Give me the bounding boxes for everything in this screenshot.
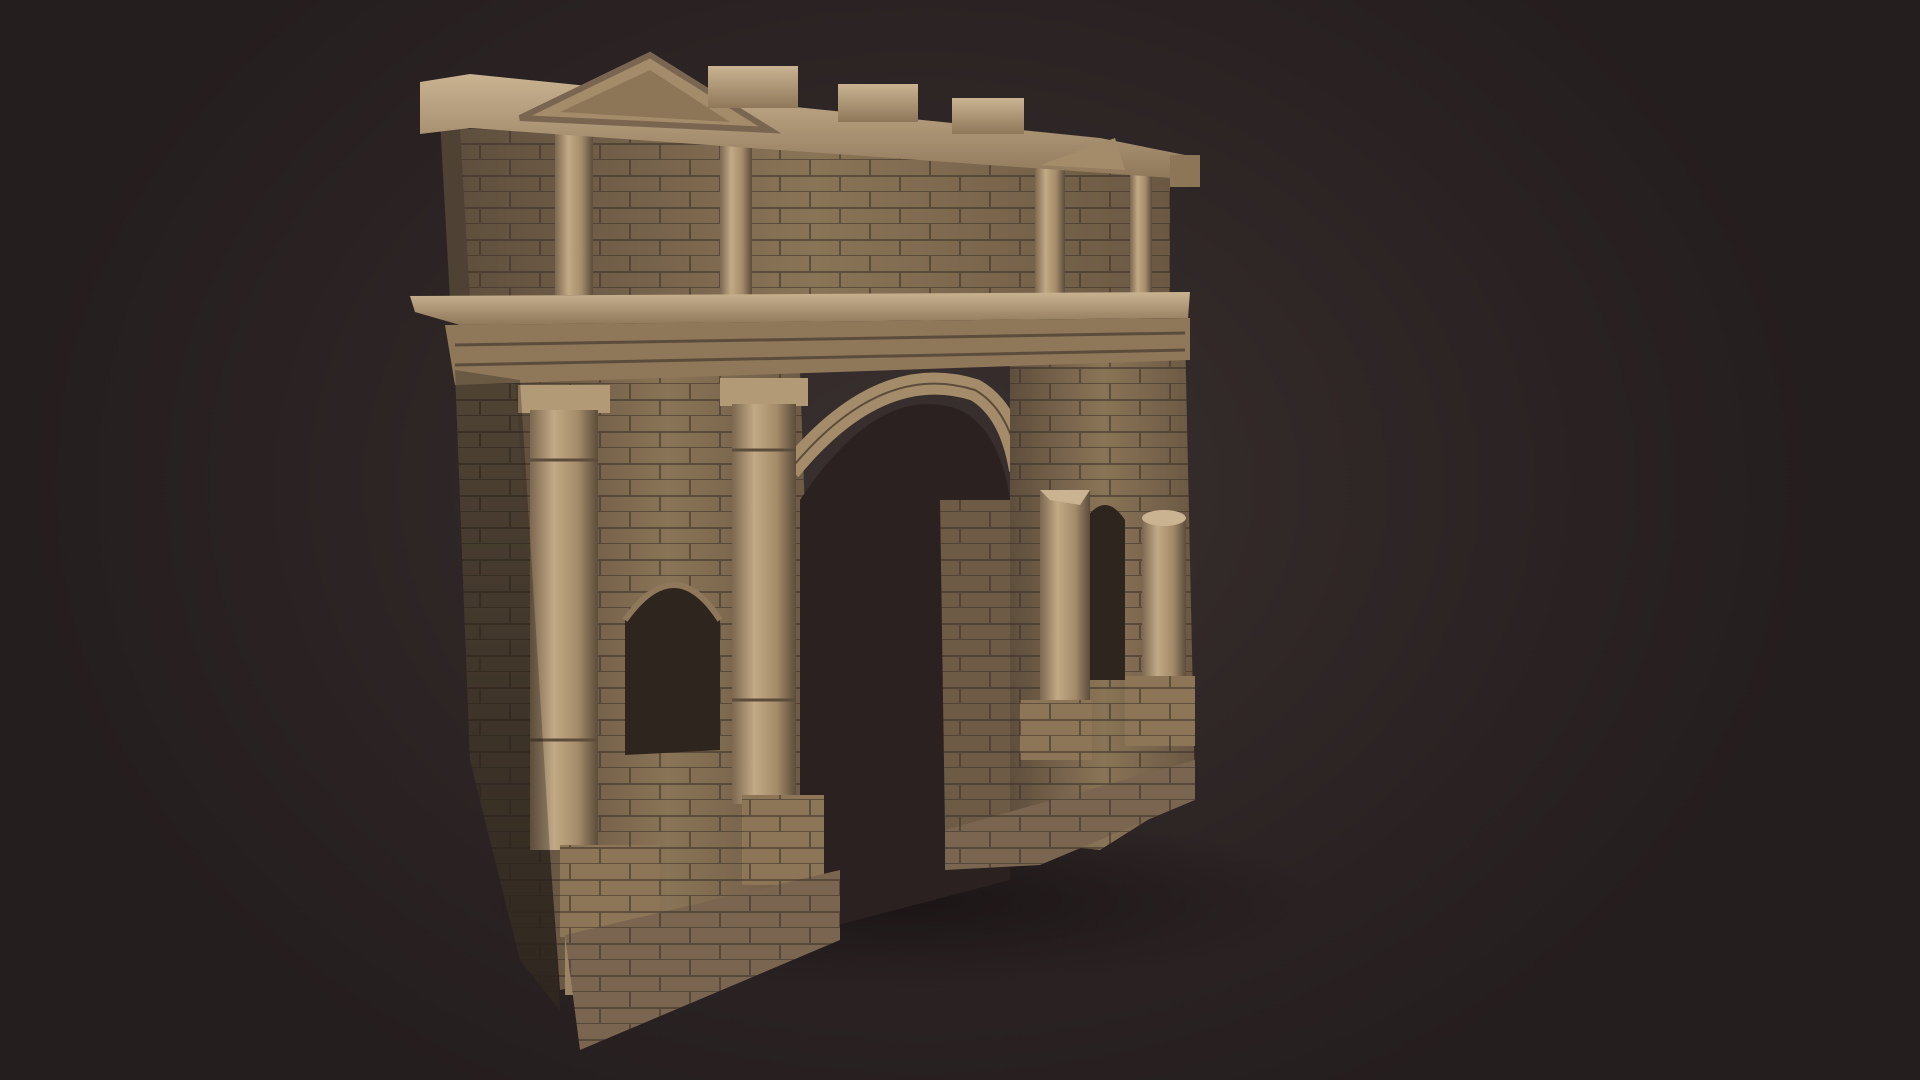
3d-viewport[interactable] — [0, 0, 1920, 1080]
parapet-block — [838, 84, 918, 122]
attic-pilaster — [1035, 155, 1065, 295]
parapet-block — [952, 98, 1024, 134]
attic-pilaster — [555, 130, 593, 295]
left-niche — [625, 585, 720, 755]
attic-pilaster — [1130, 158, 1152, 298]
stone-arch-ruin-icon — [410, 51, 1320, 1050]
attic-pilaster — [720, 140, 752, 295]
parapet-block — [708, 66, 798, 108]
